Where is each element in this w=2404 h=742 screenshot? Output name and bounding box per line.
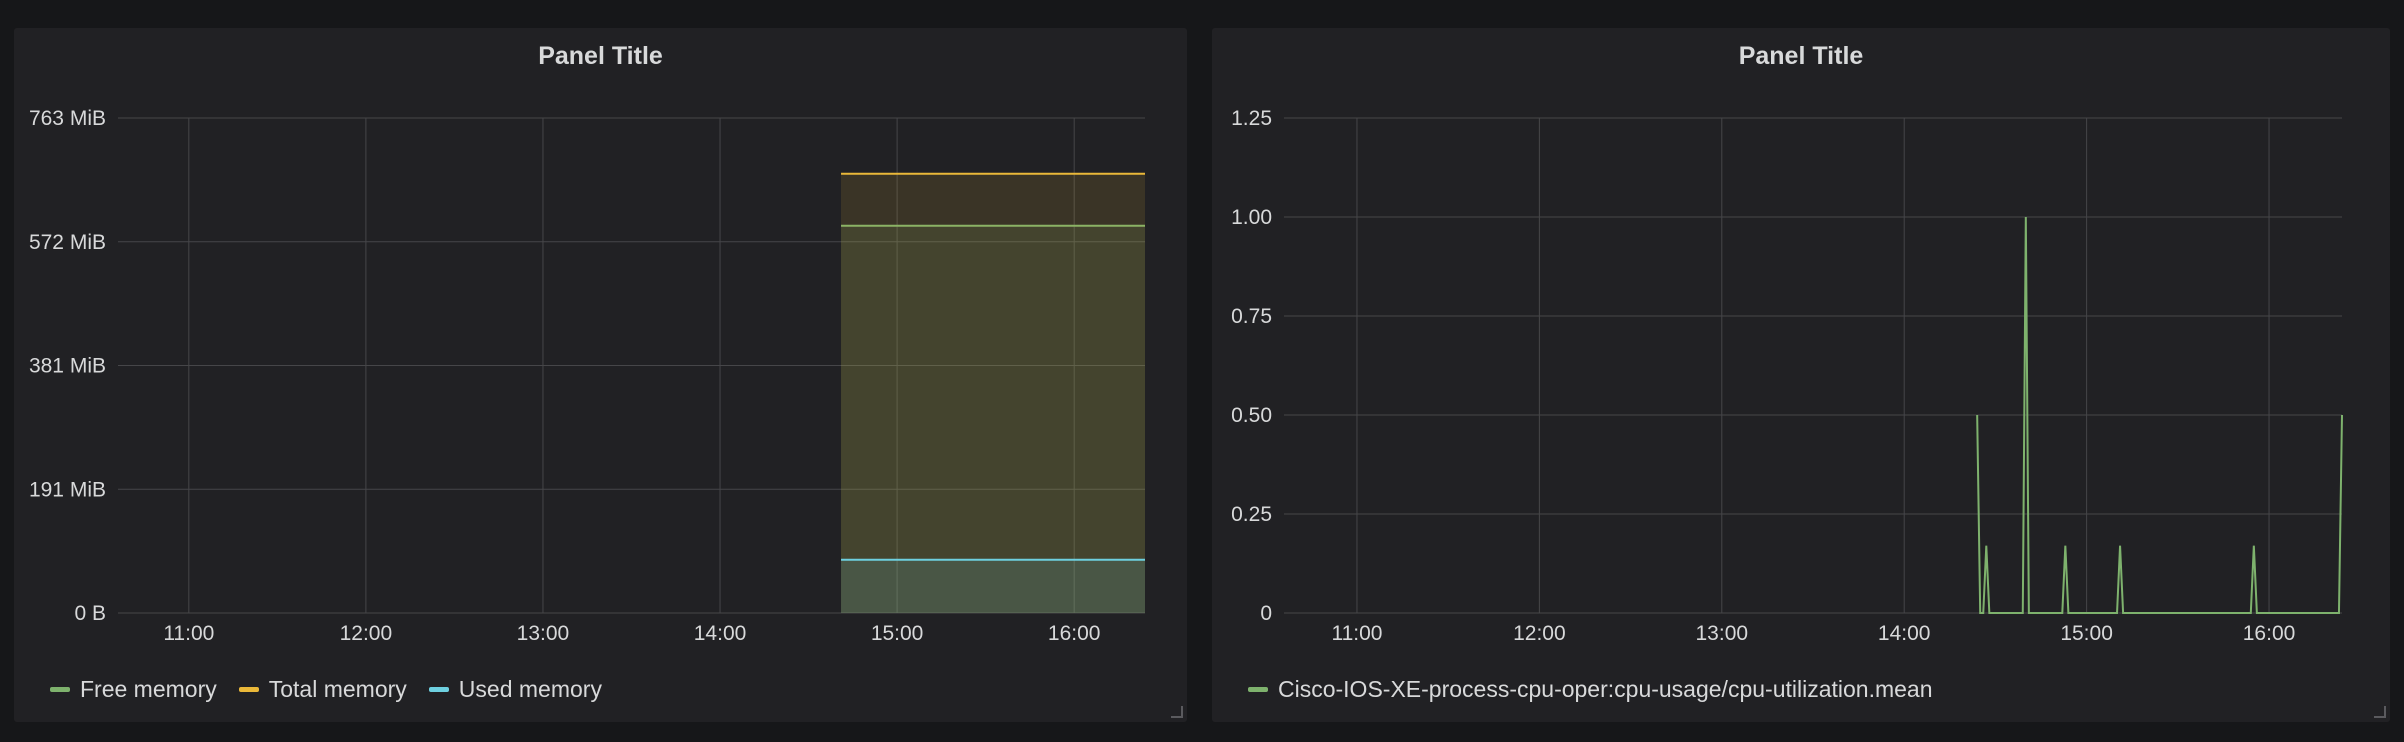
x-tick-label: 16:00 xyxy=(1048,622,1101,645)
memory-panel: Panel Title 0 B 191 MiB 381 MiB 572 MiB 763 … xyxy=(14,28,1187,722)
y-tick-label: 1.25 xyxy=(1231,107,1272,130)
y-tick-label: 0 xyxy=(1260,602,1272,625)
cpu-panel: Panel Title 0 0.25 0.50 0.75 1.00 1.25 11:00 12… xyxy=(1212,28,2390,722)
series-area xyxy=(841,559,1145,613)
legend: Free memory Total memory Used memory xyxy=(50,676,602,703)
y-tick-label: 572 MiB xyxy=(29,231,106,254)
cpu-chart: 0 0.25 0.50 0.75 1.00 1.25 11:00 12:00 13:00 14:0… xyxy=(1231,107,2343,645)
y-tick-label: 0.75 xyxy=(1231,305,1272,328)
x-tick-label: 11:00 xyxy=(1331,622,1382,645)
x-tick-label: 11:00 xyxy=(163,622,214,645)
resize-handle[interactable] xyxy=(2374,706,2386,718)
x-tick-label: 14:00 xyxy=(1878,622,1931,645)
legend-swatch xyxy=(1248,687,1268,692)
legend-item[interactable]: Total memory xyxy=(238,676,407,703)
y-tick-label: 0.25 xyxy=(1231,503,1272,526)
x-tick-label: 14:00 xyxy=(694,622,747,645)
legend-item[interactable]: Used memory xyxy=(428,676,602,703)
legend-label: Used memory xyxy=(458,676,602,702)
x-tick-label: 13:00 xyxy=(517,622,570,645)
x-tick-label: 16:00 xyxy=(2243,622,2296,645)
series-area xyxy=(841,173,1145,614)
legend: Cisco-IOS-XE-process-cpu-oper:cpu-usage/… xyxy=(1248,676,1933,703)
y-tick-label: 381 MiB xyxy=(29,355,106,378)
memory-chart: 0 B 191 MiB 381 MiB 572 MiB 763 MiB 11:00 12:0… xyxy=(29,107,1145,645)
x-tick-label: 12:00 xyxy=(340,622,393,645)
y-tick-label: 1.00 xyxy=(1231,206,1272,229)
x-tick-label: 15:00 xyxy=(2060,622,2113,645)
legend-item[interactable]: Cisco-IOS-XE-process-cpu-oper:cpu-usage/… xyxy=(1248,676,1933,703)
legend-label: Free memory xyxy=(80,676,217,702)
x-tick-label: 12:00 xyxy=(1513,622,1566,645)
y-tick-label: 0.50 xyxy=(1231,404,1272,427)
legend-label: Cisco-IOS-XE-process-cpu-oper:cpu-usage/… xyxy=(1278,676,1933,702)
x-tick-label: 15:00 xyxy=(871,622,924,645)
y-tick-label: 191 MiB xyxy=(29,478,106,501)
y-tick-label: 763 MiB xyxy=(29,107,106,130)
legend-label: Total memory xyxy=(268,676,407,702)
resize-handle[interactable] xyxy=(1171,706,1183,718)
legend-swatch xyxy=(238,687,259,692)
y-tick-label: 0 B xyxy=(74,602,106,625)
legend-swatch xyxy=(428,687,449,692)
legend-swatch xyxy=(50,687,70,692)
x-tick-label: 13:00 xyxy=(1696,622,1749,645)
legend-item[interactable]: Free memory xyxy=(50,676,217,703)
